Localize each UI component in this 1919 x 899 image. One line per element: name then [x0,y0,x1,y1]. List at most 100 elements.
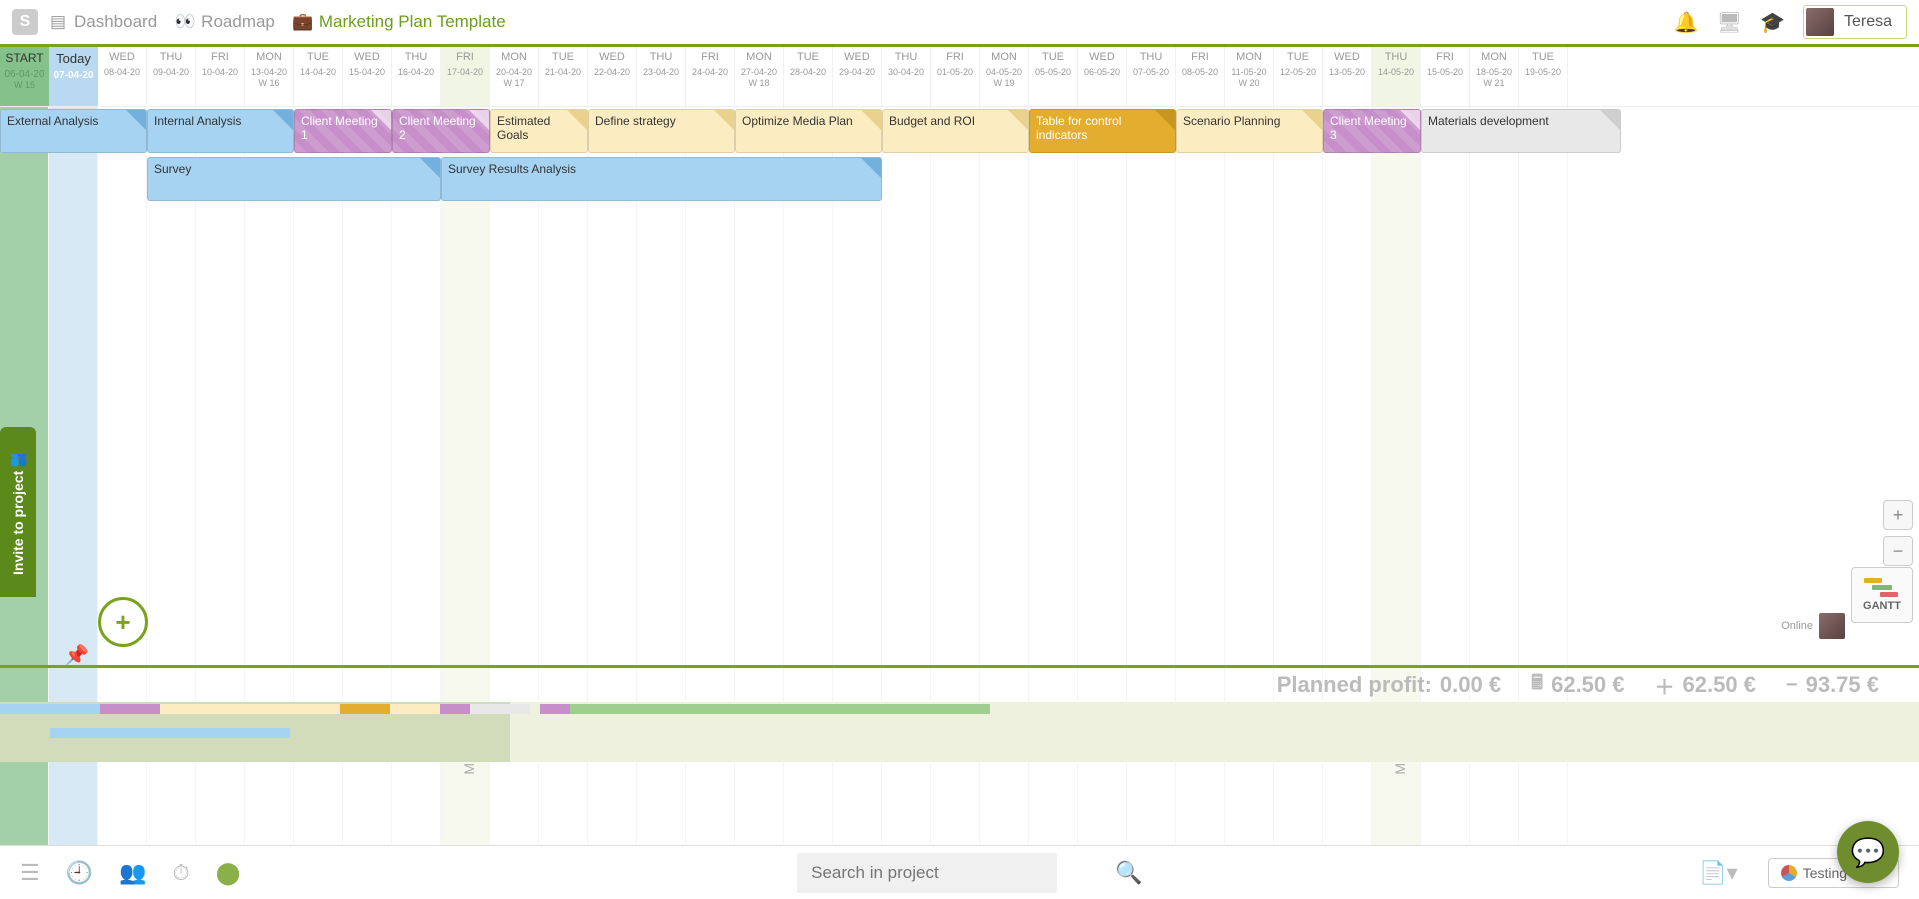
search-icon[interactable]: 🔍 [1115,860,1142,886]
pie-icon [1781,865,1797,881]
day-column[interactable]: THU16-04-20 [392,47,441,106]
start-week: W 15 [2,80,47,90]
bottom-stripe [0,665,1919,668]
finance-plus: ＋62.50 € [1655,671,1756,700]
day-column[interactable]: FRI08-05-20 [1176,47,1225,106]
briefcase-icon: 💼 [293,12,313,32]
day-column[interactable]: THU14-05-20 [1372,47,1421,106]
timeline: START 06-04-20 W 15 Today 07-04-20 WED08… [0,47,1919,845]
task-row-1: External AnalysisInternal AnalysisClient… [0,107,1919,155]
search-input[interactable] [797,853,1057,893]
planned-profit: Planned profit: 0.00 € [1277,672,1501,698]
task-bar[interactable]: Estimated Goals [490,109,588,153]
day-column[interactable]: FRI24-04-20 [686,47,735,106]
task-bar[interactable]: Client Meeting 2 [392,109,490,153]
gantt-view-toggle[interactable]: GANTT [1851,567,1913,623]
list-view-icon[interactable]: ☰ [20,860,40,886]
nav-project-label: Marketing Plan Template [319,12,506,32]
day-column[interactable]: MON18-05-20W 21 [1470,47,1519,106]
task-bar[interactable]: Optimize Media Plan [735,109,882,153]
day-column[interactable]: THU07-05-20 [1127,47,1176,106]
start-label: START [2,51,47,65]
bell-icon[interactable]: 🔔 [1674,10,1699,35]
gantt-label: GANTT [1863,600,1901,612]
day-column[interactable]: TUE14-04-20 [294,47,343,106]
task-bar[interactable]: Budget and ROI [882,109,1029,153]
day-column[interactable]: MON04-05-20W 19 [980,47,1029,106]
day-header: START 06-04-20 W 15 Today 07-04-20 WED08… [0,47,1919,107]
task-bar[interactable]: Client Meeting 3 [1323,109,1421,153]
day-column[interactable]: THU30-04-20 [882,47,931,106]
user-name: Teresa [1844,13,1892,31]
day-column[interactable]: TUE12-05-20 [1274,47,1323,106]
day-column[interactable]: MON20-04-20W 17 [490,47,539,106]
task-bar[interactable]: Internal Analysis [147,109,294,153]
task-bar[interactable]: Client Meeting 1 [294,109,392,153]
day-column[interactable]: FRI15-05-20 [1421,47,1470,106]
chat-fab[interactable]: 💬 [1837,821,1899,883]
finance-bar: Planned profit: 0.00 € 🖩62.50 € ＋62.50 €… [0,668,1919,702]
gantt-icon [1864,578,1900,598]
online-label: Online [1781,620,1813,632]
mini-gantt-overview[interactable] [0,702,1919,762]
day-column[interactable]: WED22-04-20 [588,47,637,106]
top-nav: S ▤ Dashboard 👀 Roadmap 💼 Marketing Plan… [0,0,1919,44]
day-column[interactable]: TUE28-04-20 [784,47,833,106]
day-column[interactable]: MON11-05-20W 20 [1225,47,1274,106]
task-bar[interactable]: Scenario Planning [1176,109,1323,153]
gauge-icon[interactable]: ⏱ [173,860,190,886]
task-bar[interactable]: Define strategy [588,109,735,153]
gantt-body[interactable]: Milestone 1 Milestone 2 External Analysi… [0,107,1919,845]
task-bar[interactable]: Materials development [1421,109,1621,153]
bottom-toolbar: ☰ 🕘 👥 ⏱ ⬤ 🔍 📄▾ Testing mode [0,845,1919,899]
zoom-controls: + − [1883,500,1913,566]
logo-icon[interactable]: S [12,9,38,35]
nav-project[interactable]: 💼 Marketing Plan Template [293,12,506,32]
dashboard-icon: ▤ [48,12,68,32]
binoculars-icon: 👀 [175,12,195,32]
day-column[interactable]: WED15-04-20 [343,47,392,106]
online-avatar[interactable] [1819,613,1845,639]
traffic-icon[interactable]: ⬤ [216,860,241,886]
day-column[interactable]: WED08-04-20 [98,47,147,106]
zoom-out-button[interactable]: − [1883,536,1913,566]
nav-dashboard[interactable]: ▤ Dashboard [48,12,157,32]
day-column[interactable]: MON13-04-20W 16 [245,47,294,106]
task-bar[interactable]: Survey [147,157,441,201]
zoom-in-button[interactable]: + [1883,500,1913,530]
day-column[interactable]: FRI17-04-20 [441,47,490,106]
team-icon[interactable]: 👥 [119,860,146,886]
finance-minus: −93.75 € [1786,672,1879,698]
task-bar[interactable]: Survey Results Analysis [441,157,882,201]
monitor-icon[interactable]: 🖥 [1717,10,1742,35]
minus-icon: − [1786,674,1798,697]
nav-roadmap[interactable]: 👀 Roadmap [175,12,275,32]
day-column[interactable]: MON27-04-20W 18 [735,47,784,106]
calculator-icon: 🖩 [1531,668,1543,702]
day-column[interactable]: FRI10-04-20 [196,47,245,106]
document-dropdown-icon[interactable]: 📄▾ [1699,860,1737,886]
invite-to-project-tab[interactable]: Invite to project 👥 [0,427,36,597]
task-bar[interactable]: Table for control indicators [1029,109,1176,153]
task-row-2: SurveySurvey Results Analysis [0,155,1919,203]
today-column[interactable]: Today 07-04-20 [49,47,98,106]
start-column[interactable]: START 06-04-20 W 15 [0,47,49,106]
day-column[interactable]: TUE21-04-20 [539,47,588,106]
user-chip[interactable]: Teresa [1803,5,1907,39]
task-bar[interactable]: External Analysis [0,109,147,153]
nav-roadmap-label: Roadmap [201,12,275,32]
start-date: 06-04-20 [2,69,47,80]
day-column[interactable]: THU09-04-20 [147,47,196,106]
finance-calc: 🖩62.50 € [1531,668,1624,702]
graduation-icon[interactable]: 🎓 [1760,10,1785,35]
day-column[interactable]: TUE05-05-20 [1029,47,1078,106]
add-task-button[interactable]: + [98,597,148,647]
day-column[interactable]: TUE19-05-20 [1519,47,1568,106]
day-column[interactable]: WED06-05-20 [1078,47,1127,106]
day-column[interactable]: WED29-04-20 [833,47,882,106]
day-column[interactable]: THU23-04-20 [637,47,686,106]
day-column[interactable]: WED13-05-20 [1323,47,1372,106]
today-label: Today [51,51,96,66]
clock-icon[interactable]: 🕘 [66,860,93,886]
day-column[interactable]: FRI01-05-20 [931,47,980,106]
